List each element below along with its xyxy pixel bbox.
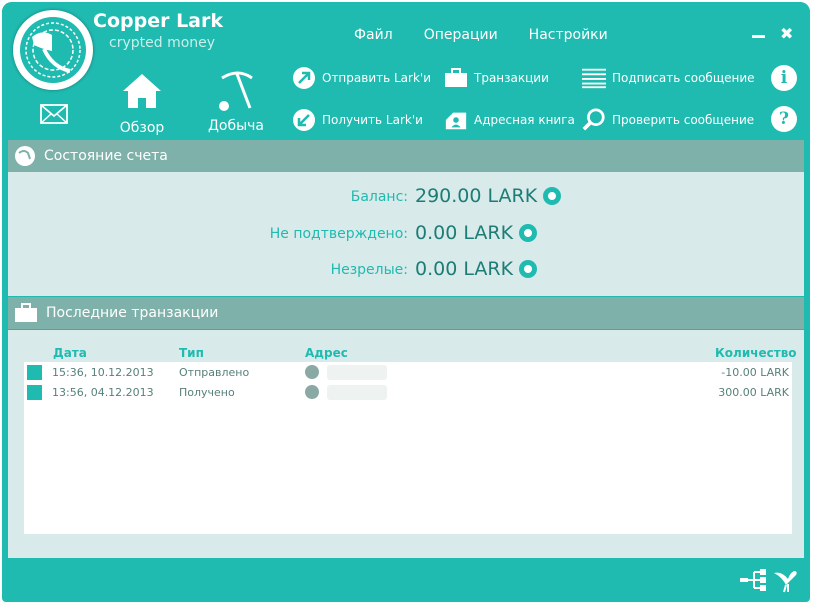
send-button[interactable]: Отправить Lark'и	[292, 66, 431, 90]
menu-bar: Файл Операции Настройки	[354, 27, 608, 43]
col-address[interactable]: Адрес	[305, 346, 348, 360]
unconfirmed-value: 0.00 LARK	[415, 222, 538, 244]
account-status-title: Состояние счета	[44, 148, 168, 164]
received-status-icon	[27, 385, 42, 400]
nav-overview-label: Обзор	[119, 120, 165, 136]
minimize-icon	[752, 34, 765, 38]
receive-arrow-icon	[292, 108, 316, 132]
unconfirmed-amount: 0.00 LARK	[415, 222, 514, 244]
tx-type: Отправлено	[179, 366, 250, 379]
receive-label: Получить Lark'и	[322, 113, 423, 127]
tx-amount: 300.00 LARK	[718, 386, 789, 399]
main-window: Copper Lark crypted money Файл Операции …	[2, 2, 810, 602]
menu-settings[interactable]: Настройки	[529, 27, 608, 43]
tx-address-redacted	[327, 385, 387, 400]
app-subtitle: crypted money	[109, 35, 216, 51]
envelope-icon	[40, 104, 68, 124]
network-icon[interactable]	[740, 569, 766, 591]
tx-address-redacted	[327, 365, 387, 380]
app-title: Copper Lark	[93, 10, 224, 32]
recent-transactions-header: Последние транзакции	[8, 297, 804, 329]
lark-bird-icon[interactable]	[772, 567, 800, 593]
magnifier-icon	[582, 108, 606, 132]
sent-status-icon	[27, 365, 42, 380]
verify-message-label: Проверить сообщение	[612, 113, 755, 127]
nav-overview[interactable]: Обзор	[112, 72, 172, 136]
messages-button[interactable]	[40, 104, 68, 128]
lark-logo-icon	[20, 17, 86, 83]
col-date[interactable]: Дата	[53, 346, 87, 360]
col-type[interactable]: Тип	[179, 346, 204, 360]
balance-amount: 290.00 LARK	[415, 185, 538, 207]
info-button[interactable]: i	[771, 65, 797, 91]
address-book-button[interactable]: Адресная книга	[444, 108, 575, 132]
nav-mining-label: Добыча	[207, 118, 265, 134]
sign-lines-icon	[582, 66, 606, 90]
sign-message-button[interactable]: Подписать сообщение	[582, 66, 755, 90]
logo	[13, 10, 93, 90]
recent-transactions-title: Последние транзакции	[46, 305, 219, 321]
send-arrow-icon	[292, 66, 316, 90]
receive-button[interactable]: Получить Lark'и	[292, 108, 423, 132]
table-row[interactable]: 15:36, 10.12.2013 Отправлено -10.00 LARK	[24, 363, 792, 382]
minimize-button[interactable]	[752, 28, 765, 44]
address-book-label: Адресная книга	[474, 113, 575, 127]
tx-date: 13:56, 04.12.2013	[52, 386, 154, 399]
verify-message-button[interactable]: Проверить сообщение	[582, 108, 754, 132]
home-icon	[123, 74, 161, 108]
immature-value: 0.00 LARK	[415, 258, 538, 280]
close-button[interactable]: ✖	[780, 24, 793, 43]
status-bar	[740, 567, 800, 593]
tx-date: 15:36, 10.12.2013	[52, 366, 154, 379]
header: Copper Lark crypted money Файл Операции …	[2, 2, 810, 138]
immature-label: Незрелые:	[330, 262, 408, 278]
send-label: Отправить Lark'и	[322, 71, 432, 85]
transactions-button[interactable]: Транзакции	[444, 66, 549, 90]
menu-operations[interactable]: Операции	[424, 27, 498, 43]
receive-arrow-icon	[305, 385, 319, 399]
balance-value: 290.00 LARK	[415, 185, 562, 207]
briefcase-icon	[444, 66, 468, 90]
immature-amount: 0.00 LARK	[415, 258, 514, 280]
briefcase-icon	[14, 303, 38, 323]
lark-coin-icon	[543, 187, 562, 205]
balance-label: Баланс:	[350, 189, 408, 205]
send-arrow-icon	[305, 365, 319, 379]
account-status-header: Состояние счета	[8, 140, 804, 172]
menu-file[interactable]: Файл	[354, 27, 393, 43]
address-book-icon	[444, 108, 468, 132]
lark-coin-icon	[519, 260, 538, 278]
nav-mining[interactable]: Добыча	[205, 68, 267, 134]
tx-type: Получено	[179, 386, 235, 399]
balance-panel: Баланс: 290.00 LARK Не подтверждено: 0.0…	[8, 172, 804, 296]
sign-message-label: Подписать сообщение	[612, 71, 755, 85]
tx-amount: -10.00 LARK	[721, 366, 789, 379]
unconfirmed-label: Не подтверждено:	[269, 226, 408, 242]
table-row[interactable]: 13:56, 04.12.2013 Получено 300.00 LARK	[24, 383, 792, 402]
col-amount[interactable]: Количество	[715, 346, 797, 360]
transactions-table: 15:36, 10.12.2013 Отправлено -10.00 LARK…	[24, 362, 792, 534]
pickaxe-icon	[219, 71, 253, 111]
lark-coin-icon	[519, 224, 538, 242]
transactions-label: Транзакции	[474, 71, 549, 85]
account-status-icon	[14, 145, 36, 167]
help-button[interactable]: ?	[771, 106, 797, 132]
recent-transactions-panel: Дата Тип Адрес Количество 15:36, 10.12.2…	[8, 330, 804, 558]
